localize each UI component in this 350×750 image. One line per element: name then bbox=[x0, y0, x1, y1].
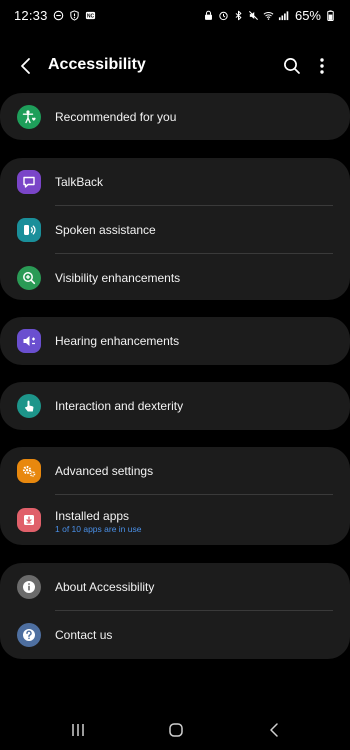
setting-interaction-and-dexterity[interactable]: Interaction and dexterity bbox=[0, 382, 350, 430]
bluetooth-icon bbox=[233, 10, 244, 21]
setting-hearing-enhancements[interactable]: Hearing enhancements bbox=[0, 317, 350, 365]
help-question-icon bbox=[17, 623, 41, 647]
shield-alert-icon bbox=[69, 9, 80, 21]
battery-icon bbox=[325, 9, 336, 21]
battery-percentage: 65% bbox=[294, 7, 321, 23]
app-bar: Accessibility bbox=[0, 44, 350, 88]
back-arrow-icon bbox=[21, 58, 30, 74]
setting-spoken-assistance[interactable]: Spoken assistance bbox=[0, 206, 350, 254]
setting-label: TalkBack bbox=[55, 175, 104, 189]
accessibility-screen: 12:33 NC 65% Accessibility Recommended f… bbox=[0, 0, 350, 750]
spoken-assistance-icon bbox=[17, 218, 41, 242]
system-navigation-bar bbox=[0, 710, 350, 750]
setting-advanced-settings[interactable]: Advanced settings bbox=[0, 447, 350, 495]
alarm-icon bbox=[218, 10, 229, 21]
system-back-button[interactable] bbox=[264, 720, 284, 740]
more-vert-icon bbox=[320, 58, 324, 74]
setting-label: Contact us bbox=[55, 628, 113, 642]
search-button[interactable] bbox=[280, 54, 304, 78]
search-icon bbox=[284, 58, 300, 74]
setting-contact-us[interactable]: Contact us bbox=[0, 611, 350, 659]
setting-label: Hearing enhancements bbox=[55, 334, 180, 348]
home-button[interactable] bbox=[166, 720, 186, 740]
setting-label: Visibility enhancements bbox=[55, 271, 181, 285]
setting-installed-apps[interactable]: Installed apps 1 of 10 apps are in use bbox=[0, 495, 350, 545]
settings-card-recommended: Recommended for you bbox=[0, 93, 350, 140]
setting-visibility-enhancements[interactable]: Visibility enhancements bbox=[0, 254, 350, 300]
visibility-zoom-icon bbox=[17, 266, 41, 290]
hearing-icon bbox=[17, 329, 41, 353]
dnd-icon bbox=[53, 10, 64, 21]
page-title: Accessibility bbox=[48, 56, 146, 73]
setting-label: Installed apps bbox=[55, 509, 130, 523]
settings-card-about: About Accessibility Contact us bbox=[0, 563, 350, 659]
back-button[interactable] bbox=[14, 54, 38, 78]
wifi-icon bbox=[263, 10, 274, 21]
lock-notification-icon bbox=[203, 10, 214, 21]
info-icon bbox=[17, 575, 41, 599]
system-back-icon bbox=[270, 723, 278, 737]
talkback-icon bbox=[17, 170, 41, 194]
setting-label: Spoken assistance bbox=[55, 223, 156, 237]
setting-about-accessibility[interactable]: About Accessibility bbox=[0, 563, 350, 611]
setting-label: Recommended for you bbox=[55, 109, 177, 124]
setting-label: Interaction and dexterity bbox=[55, 399, 184, 413]
installed-apps-icon bbox=[17, 508, 41, 532]
status-time: 12:33 bbox=[14, 7, 48, 23]
setting-label: About Accessibility bbox=[55, 580, 155, 594]
status-bar: 12:33 NC 65% bbox=[0, 0, 350, 30]
signal-icon bbox=[278, 10, 289, 21]
recent-apps-button[interactable] bbox=[68, 720, 88, 740]
settings-card-vision: TalkBack Spoken assistance Visibility en… bbox=[0, 158, 350, 300]
touch-hand-icon bbox=[17, 394, 41, 418]
settings-card-interaction: Interaction and dexterity bbox=[0, 382, 350, 430]
setting-label: Advanced settings bbox=[55, 464, 154, 478]
settings-card-hearing: Hearing enhancements bbox=[0, 317, 350, 365]
setting-sublabel: 1 of 10 apps are in use bbox=[55, 524, 142, 534]
advanced-gears-icon bbox=[17, 459, 41, 483]
settings-card-advanced: Advanced settings Installed apps 1 of 10… bbox=[0, 447, 350, 545]
setting-talkback[interactable]: TalkBack bbox=[0, 158, 350, 206]
home-icon bbox=[169, 723, 183, 737]
nfc-badge-icon: NC bbox=[85, 10, 96, 21]
mute-icon bbox=[248, 10, 259, 21]
accessibility-person-icon bbox=[17, 104, 41, 129]
more-options-button[interactable] bbox=[310, 54, 334, 78]
svg-text:NC: NC bbox=[86, 13, 94, 19]
recent-apps-icon bbox=[72, 724, 84, 736]
setting-recommended-for-you[interactable]: Recommended for you bbox=[0, 93, 350, 140]
